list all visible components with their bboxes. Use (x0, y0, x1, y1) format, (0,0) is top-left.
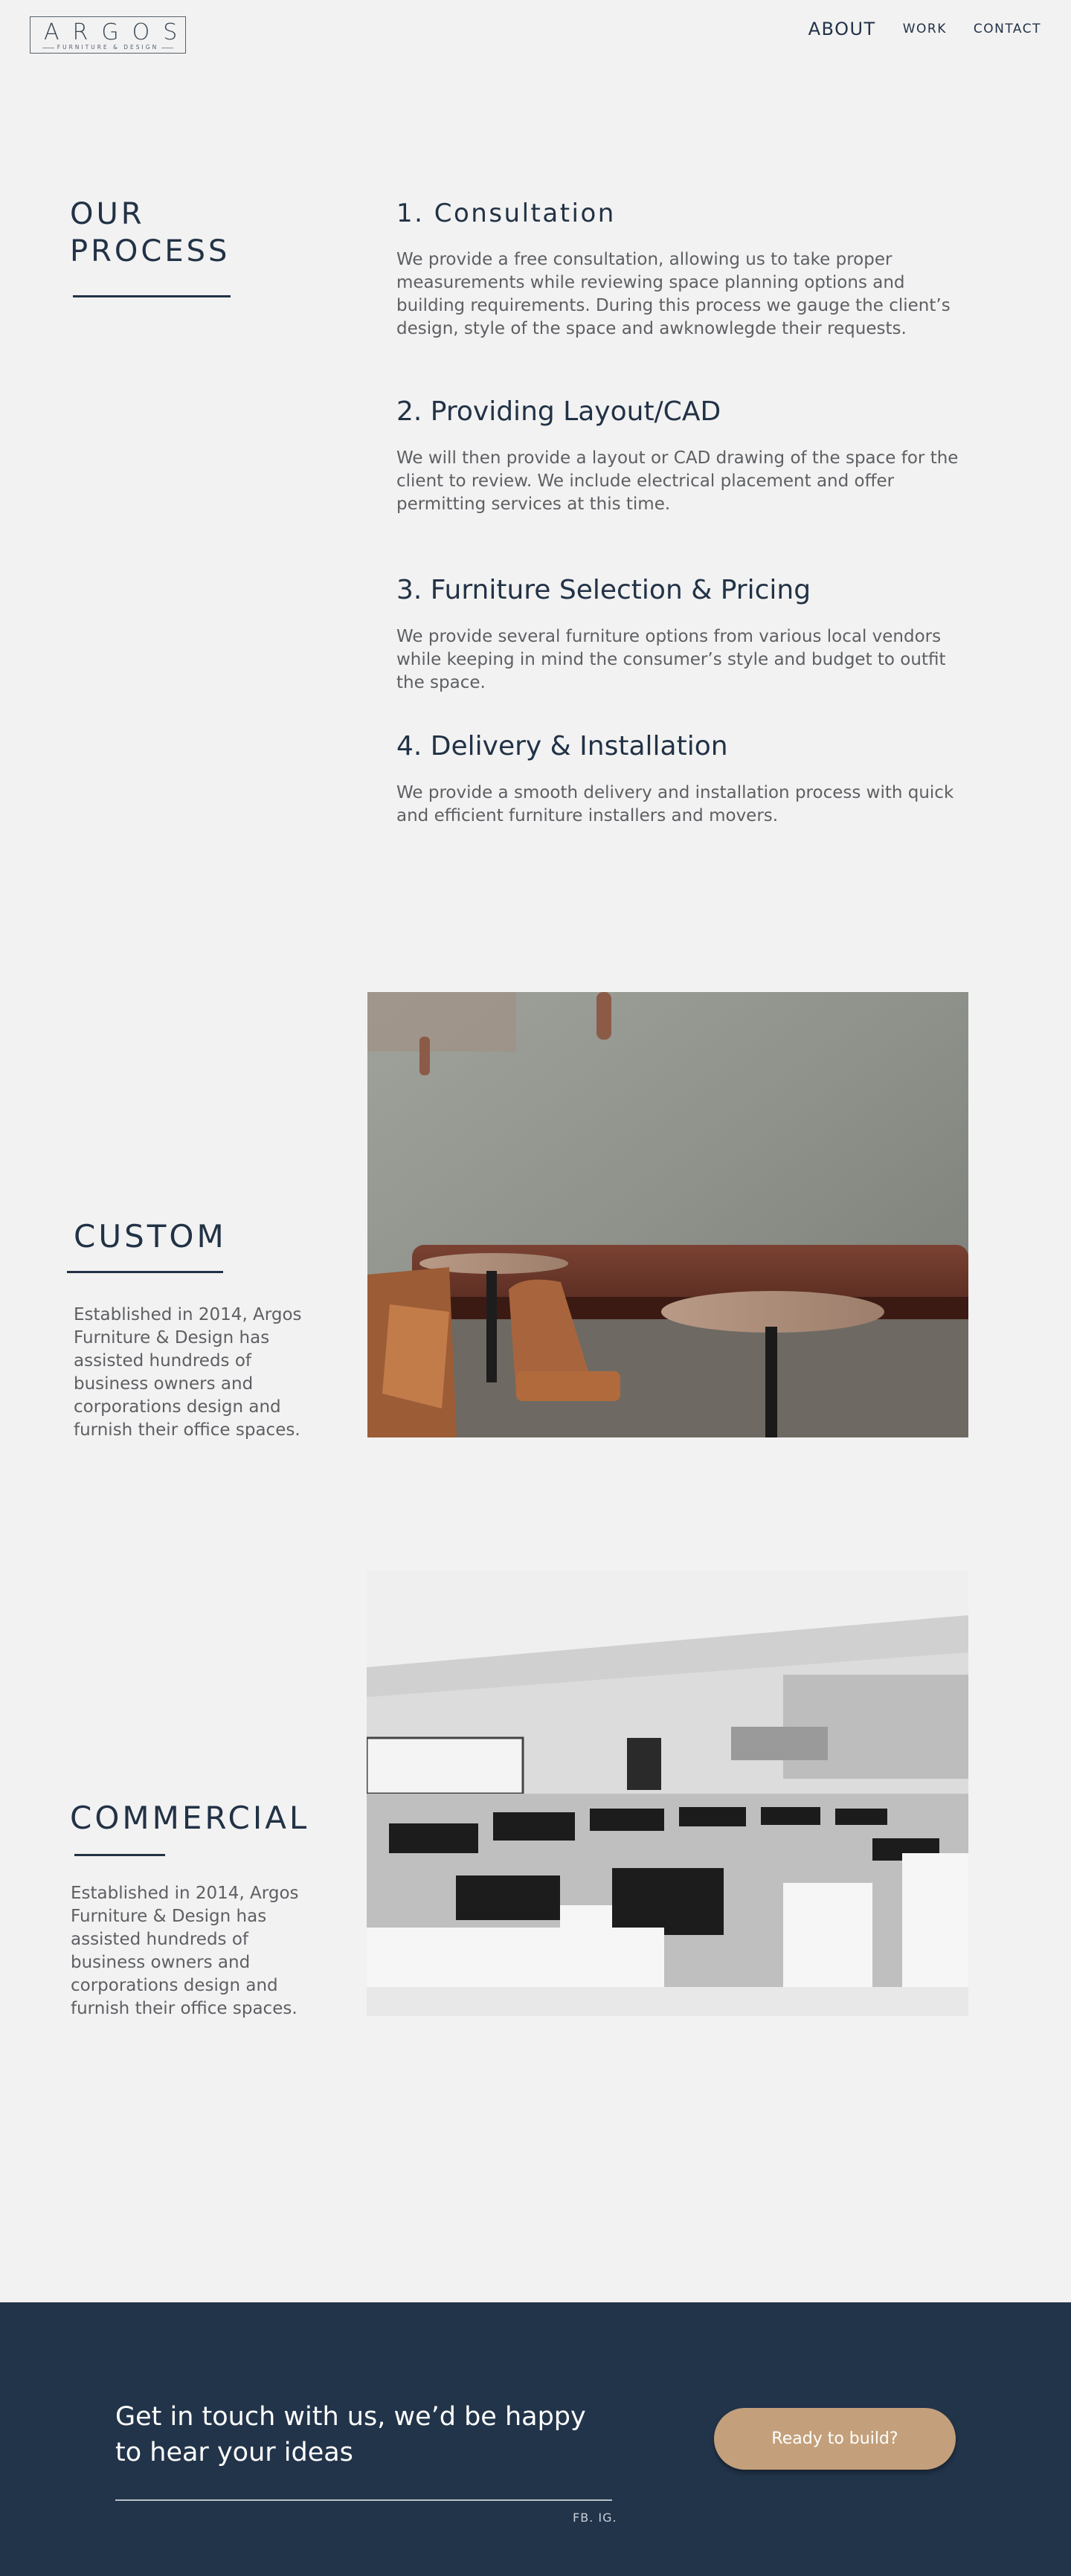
nav-work-link[interactable]: WORK (903, 18, 947, 40)
custom-description: Established in 2014, Argos Furniture & D… (74, 1305, 302, 1440)
process-title: OUR PROCESS (70, 197, 231, 268)
step-title: 1. Consultation (396, 199, 616, 228)
process-title-rule (73, 295, 231, 297)
commercial-title: COMMERCIAL (70, 1800, 310, 1836)
nav-about-link[interactable]: ABOUT (808, 18, 876, 40)
process-step-layout: 2. Providing Layout/CAD We will then pro… (396, 395, 977, 516)
custom-title: CUSTOM (74, 1218, 227, 1255)
step-description: We provide a smooth delivery and install… (396, 783, 954, 825)
social-links[interactable]: FB. IG. (573, 2511, 617, 2525)
custom-title-rule (67, 1271, 223, 1273)
cafe-interior-image (367, 992, 968, 1437)
process-step-selection: 3. Furniture Selection & Pricing We prov… (396, 573, 977, 695)
process-step-consultation: 1. Consultation We provide a free consul… (396, 196, 977, 341)
step-description: We will then provide a layout or CAD dra… (396, 448, 959, 514)
commercial-title-rule (74, 1854, 165, 1856)
footer: Get in touch with us, we’d be happy to h… (0, 2302, 1071, 2576)
step-description: We provide a free consultation, allowing… (396, 250, 951, 338)
brand-name: ARGOS (44, 19, 191, 45)
step-title: 4. Delivery & Installation (396, 731, 728, 761)
main-nav: ABOUT WORK CONTACT (808, 18, 1041, 40)
step-description: We provide several furniture options fro… (396, 627, 946, 692)
custom-cafe-photo (367, 992, 968, 1437)
step-title: 2. Providing Layout/CAD (396, 396, 721, 427)
footer-message: Get in touch with us, we’d be happy to h… (115, 2402, 586, 2467)
ready-to-build-button[interactable]: Ready to build? (714, 2408, 956, 2470)
brand-tagline: FURNITURE & DESIGN (30, 44, 185, 51)
brand-logo[interactable]: ARGOS FURNITURE & DESIGN (30, 16, 186, 54)
commercial-office-photo (367, 1571, 968, 2016)
nav-contact-link[interactable]: CONTACT (974, 18, 1041, 40)
process-step-delivery: 4. Delivery & Installation We provide a … (396, 730, 977, 828)
step-title: 3. Furniture Selection & Pricing (396, 575, 811, 605)
footer-rule (115, 2499, 612, 2501)
office-interior-image (367, 1571, 968, 2016)
commercial-description: Established in 2014, Argos Furniture & D… (71, 1884, 299, 2018)
